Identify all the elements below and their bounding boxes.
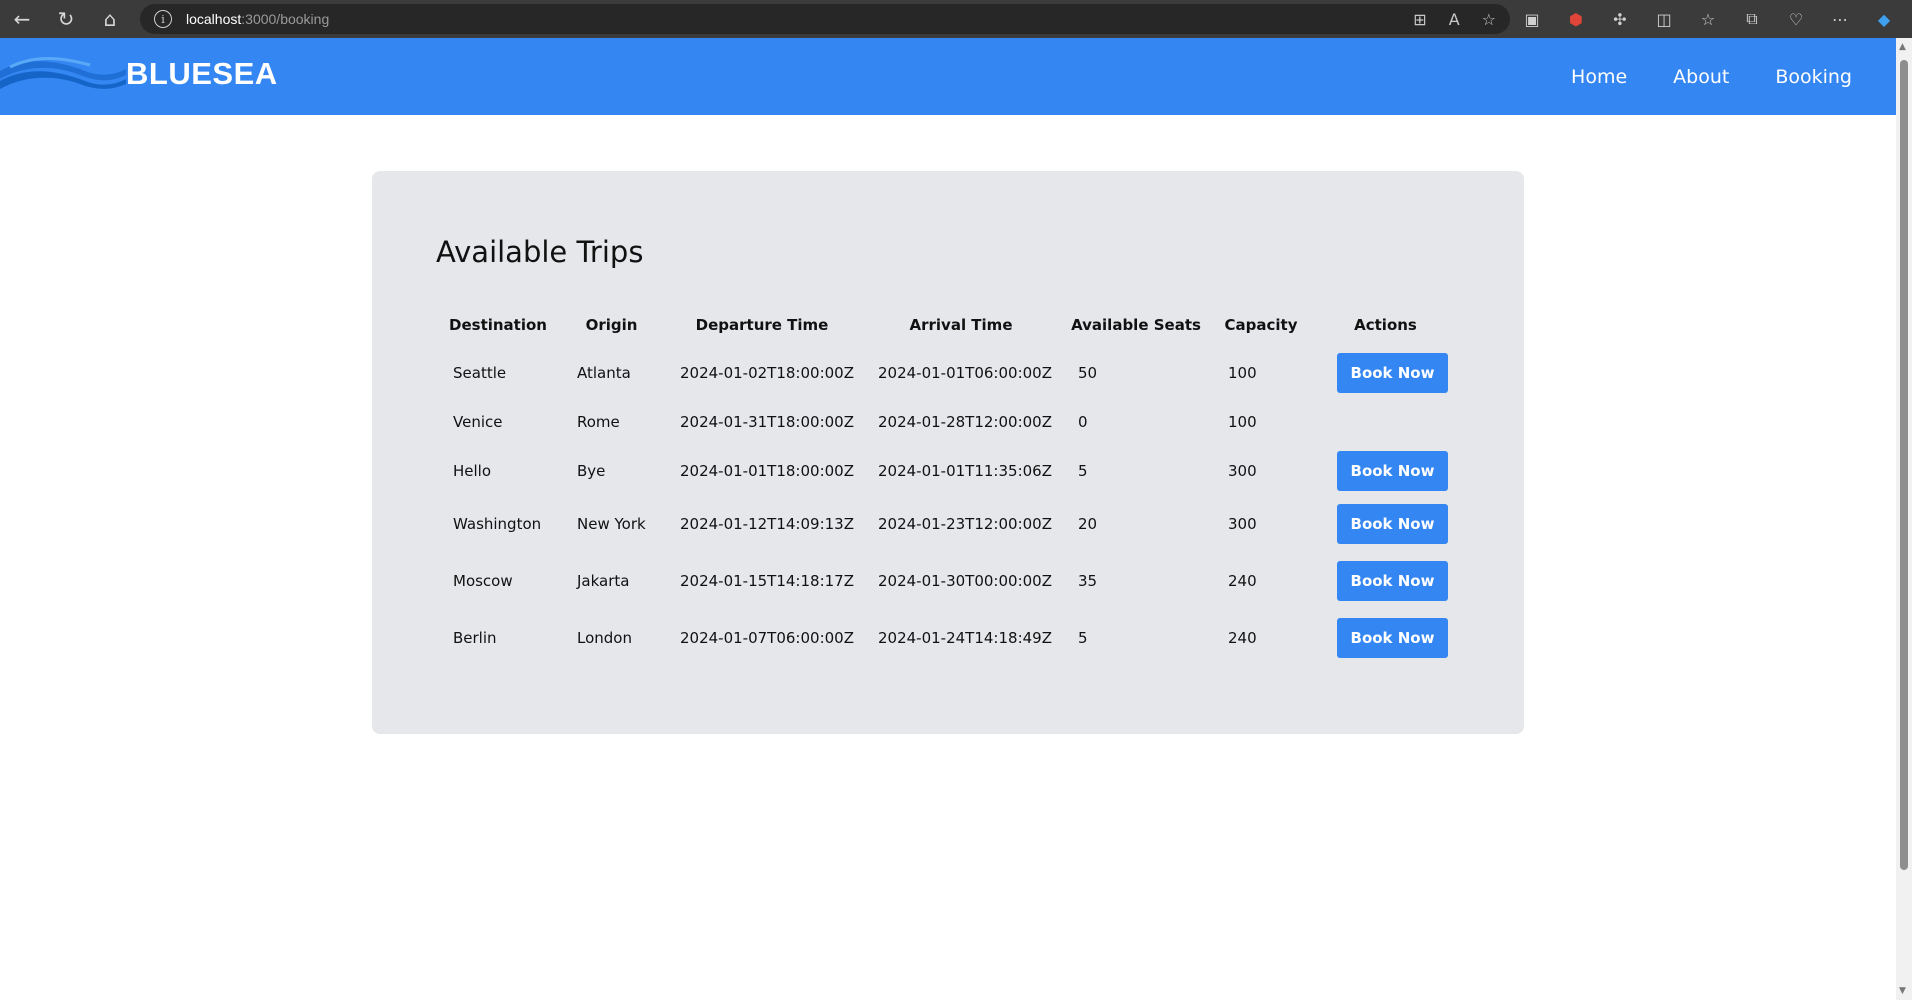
address-bar[interactable]: i localhost:3000/booking ⊞ A ☆ <box>140 4 1510 34</box>
departure-cell: 2024-01-02T18:00:00Z <box>680 363 854 382</box>
favorites-icon[interactable]: ☆ <box>1696 10 1720 29</box>
column-header: Departure Time <box>695 316 829 334</box>
destination-cell: Berlin <box>453 628 497 647</box>
table-row: Moscow Jakarta 2024-01-15T14:18:17Z 2024… <box>436 552 1460 609</box>
table-row: Seattle Atlanta 2024-01-02T18:00:00Z 202… <box>436 348 1460 397</box>
origin-cell: Jakarta <box>577 571 630 590</box>
address-url[interactable]: localhost:3000/booking <box>186 11 329 27</box>
origin-cell: London <box>577 628 632 647</box>
book-now-button[interactable]: Book Now <box>1337 352 1448 393</box>
actions-cell: Book Now <box>1311 348 1460 397</box>
browser-toolbar: ← ↻ ⌂ i localhost:3000/booking ⊞ A ☆ ▣ ⬢… <box>0 0 1912 38</box>
copilot-icon[interactable]: ◆ <box>1872 10 1896 29</box>
app-available-icon[interactable]: ⊞ <box>1413 10 1426 29</box>
reload-icon[interactable]: ↻ <box>44 0 88 38</box>
url-path: :3000/booking <box>241 11 330 27</box>
departure-cell: 2024-01-07T06:00:00Z <box>680 628 854 647</box>
destination-cell: Washington <box>453 514 542 533</box>
column-header: Capacity <box>1224 316 1298 334</box>
arrival-cell: 2024-01-30T00:00:00Z <box>878 571 1052 590</box>
logo-waves-icon <box>0 57 126 89</box>
column-header: Origin <box>585 316 638 334</box>
home-icon[interactable]: ⌂ <box>88 0 132 38</box>
actions-cell: Book Now <box>1311 609 1460 666</box>
main-nav: Home About Booking <box>1571 38 1852 115</box>
nav-about[interactable]: About <box>1673 66 1729 88</box>
url-host: localhost <box>186 11 242 27</box>
origin-cell: Bye <box>577 461 606 480</box>
book-now-button[interactable]: Book Now <box>1337 503 1448 544</box>
split-screen-icon[interactable]: ◫ <box>1652 10 1676 29</box>
seats-cell: 5 <box>1078 628 1088 647</box>
departure-cell: 2024-01-12T14:09:13Z <box>680 514 854 533</box>
browser-essentials-icon[interactable]: ♡ <box>1784 10 1808 29</box>
nav-home[interactable]: Home <box>1571 66 1627 88</box>
scroll-up-icon[interactable]: ▲ <box>1899 42 1906 52</box>
nav-booking[interactable]: Booking <box>1775 66 1852 88</box>
origin-cell: New York <box>577 514 646 533</box>
arrival-cell: 2024-01-28T12:00:00Z <box>878 412 1052 431</box>
table-row: Berlin London 2024-01-07T06:00:00Z 2024-… <box>436 609 1460 666</box>
seats-cell: 50 <box>1078 363 1098 382</box>
capacity-cell: 100 <box>1228 363 1257 382</box>
destination-cell: Venice <box>453 412 503 431</box>
column-header: Destination <box>449 316 547 334</box>
seats-cell: 0 <box>1078 412 1088 431</box>
extensions-puzzle-icon[interactable]: ✣ <box>1608 10 1632 29</box>
extension-monitor-icon[interactable]: ▣ <box>1520 10 1544 29</box>
column-header: Arrival Time <box>909 316 1013 334</box>
page-scrollbar[interactable]: ▲ ▼ <box>1896 38 1912 1000</box>
actions-cell <box>1311 397 1460 446</box>
scroll-down-icon[interactable]: ▼ <box>1899 986 1906 996</box>
trips-card: Available Trips Destination Origin Depar… <box>372 171 1524 734</box>
brand-name[interactable]: BLUESEA <box>126 56 278 92</box>
seats-cell: 35 <box>1078 571 1098 590</box>
extension-shield-icon[interactable]: ⬢ <box>1564 10 1588 29</box>
trips-table: Destination Origin Departure Time Arriva… <box>436 302 1460 666</box>
departure-cell: 2024-01-01T18:00:00Z <box>680 461 854 480</box>
seats-cell: 5 <box>1078 461 1088 480</box>
destination-cell: Seattle <box>453 363 507 382</box>
scroll-thumb[interactable] <box>1900 60 1908 870</box>
capacity-cell: 300 <box>1228 461 1257 480</box>
page-title: Available Trips <box>436 235 644 269</box>
read-aloud-icon[interactable]: A <box>1449 10 1460 29</box>
column-header: Actions <box>1354 316 1417 334</box>
table-row: Washington New York 2024-01-12T14:09:13Z… <box>436 495 1460 552</box>
destination-cell: Hello <box>453 461 492 480</box>
back-icon[interactable]: ← <box>0 0 44 38</box>
column-header: Available Seats <box>1071 316 1201 334</box>
favorite-star-icon[interactable]: ☆ <box>1482 10 1496 29</box>
actions-cell: Book Now <box>1311 446 1460 495</box>
book-now-button[interactable]: Book Now <box>1337 560 1448 601</box>
book-now-button[interactable]: Book Now <box>1337 450 1448 491</box>
actions-cell: Book Now <box>1311 495 1460 552</box>
origin-cell: Atlanta <box>577 363 631 382</box>
more-menu-icon[interactable]: ⋯ <box>1828 10 1852 29</box>
origin-cell: Rome <box>577 412 620 431</box>
arrival-cell: 2024-01-24T14:18:49Z <box>878 628 1052 647</box>
capacity-cell: 240 <box>1228 628 1257 647</box>
book-now-button[interactable]: Book Now <box>1337 617 1448 658</box>
table-header-row: Destination Origin Departure Time Arriva… <box>436 302 1460 348</box>
arrival-cell: 2024-01-01T11:35:06Z <box>878 461 1052 480</box>
capacity-cell: 240 <box>1228 571 1257 590</box>
seats-cell: 20 <box>1078 514 1098 533</box>
capacity-cell: 300 <box>1228 514 1257 533</box>
table-row: Hello Bye 2024-01-01T18:00:00Z 2024-01-0… <box>436 446 1460 495</box>
site-info-icon[interactable]: i <box>154 10 172 28</box>
arrival-cell: 2024-01-23T12:00:00Z <box>878 514 1052 533</box>
departure-cell: 2024-01-15T14:18:17Z <box>680 571 854 590</box>
arrival-cell: 2024-01-01T06:00:00Z <box>878 363 1052 382</box>
table-row: Venice Rome 2024-01-31T18:00:00Z 2024-01… <box>436 397 1460 446</box>
site-navbar: BLUESEA Home About Booking <box>0 38 1896 115</box>
actions-cell: Book Now <box>1311 552 1460 609</box>
collections-icon[interactable]: ⧉ <box>1740 9 1764 29</box>
departure-cell: 2024-01-31T18:00:00Z <box>680 412 854 431</box>
destination-cell: Moscow <box>453 571 513 590</box>
capacity-cell: 100 <box>1228 412 1257 431</box>
